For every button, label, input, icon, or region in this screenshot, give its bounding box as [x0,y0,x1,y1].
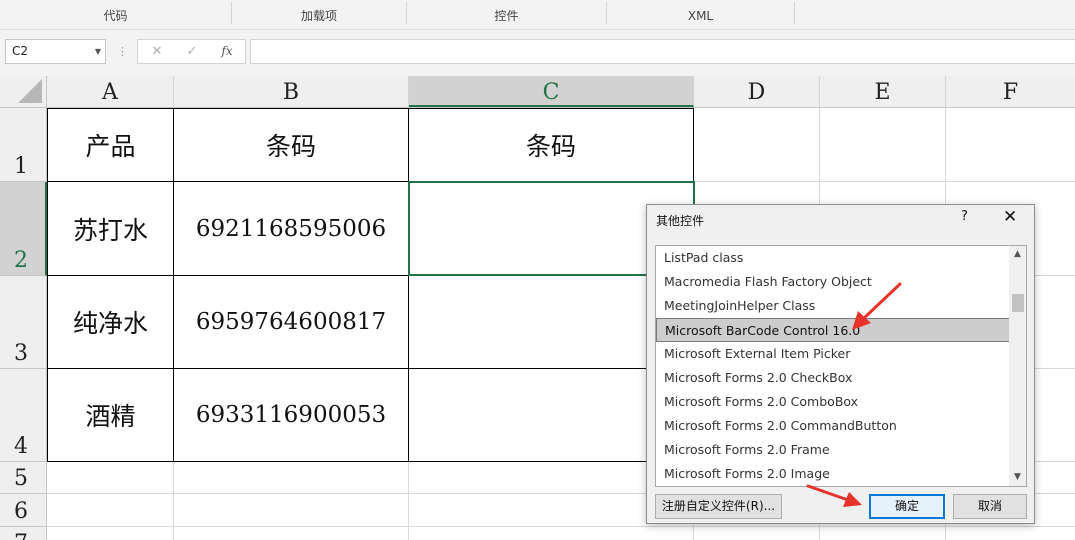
list-item[interactable]: Microsoft Forms 2.0 CheckBox [656,366,1010,390]
formula-bar: C2 ▼ ⋮ ✕ ✓ fx [0,30,1075,76]
list-scrollbar[interactable]: ▲ ▼ [1009,246,1026,486]
column-header-c[interactable]: C [409,76,694,107]
list-item[interactable]: ListPad class [656,246,1010,270]
cell-b3[interactable]: 6959764600817 [174,276,408,368]
cell-c1[interactable]: 条码 [409,109,693,181]
register-custom-control-button[interactable]: 注册自定义控件(R)... [655,494,782,519]
ribbon-group-controls: 控件 [494,9,519,23]
row-number: 3 [14,341,28,366]
ok-button[interactable]: 确定 [869,494,945,519]
row-header-2[interactable]: 2 [0,182,47,276]
ribbon-group-addins: 加载项 [300,9,337,23]
controls-list[interactable]: ListPad class Macromedia Flash Factory O… [655,245,1027,487]
dialog-title: 其他控件 [656,214,705,228]
list-item[interactable]: Macromedia Flash Factory Object [656,270,1010,294]
column-header-e[interactable]: E [820,76,946,107]
cell-a2[interactable]: 苏打水 [48,182,173,275]
row-header-6[interactable]: 6 [0,494,47,527]
cancel-button[interactable]: 取消 [953,494,1027,519]
grid-line [47,526,1075,527]
column-header-a[interactable]: A [47,76,174,107]
row-number: 5 [14,466,28,491]
ribbon-separator [794,2,795,24]
scroll-thumb[interactable] [1012,294,1024,312]
cell-a3[interactable]: 纯净水 [48,276,173,368]
column-header-d[interactable]: D [694,76,820,107]
select-all-button[interactable] [0,76,47,107]
cell-b1[interactable]: 条码 [174,109,408,181]
name-box-value: C2 [12,44,29,58]
column-header-f[interactable]: F [946,76,1075,107]
ribbon: 代码 加载项 控件 XML [0,0,1075,30]
scroll-down-icon[interactable]: ▼ [1009,469,1026,486]
list-item[interactable]: Microsoft Forms 2.0 Frame [656,438,1010,462]
list-item[interactable]: MeetingJoinHelper Class [656,294,1010,318]
row-number: 6 [14,499,28,524]
list-item[interactable]: Microsoft Forms 2.0 ComboBox [656,390,1010,414]
formula-input[interactable] [250,39,1075,64]
list-item[interactable]: Microsoft Forms 2.0 CommandButton [656,414,1010,438]
cell-a4[interactable]: 酒精 [48,369,173,461]
list-item[interactable]: Microsoft Forms 2.0 Image [656,462,1010,486]
row-number: 7 [14,531,28,540]
row-number: 2 [14,248,28,273]
close-icon[interactable]: ✕ [1003,207,1017,227]
row-header-5[interactable]: 5 [0,462,47,494]
ribbon-group-xml: XML [687,9,714,23]
row-number: 4 [14,434,28,459]
more-controls-dialog: 其他控件 ? ✕ ListPad class Macromedia Flash … [646,204,1035,524]
cell-b2[interactable]: 6921168595006 [174,182,408,275]
name-box[interactable]: C2 ▼ [5,39,106,64]
row-number: 1 [14,154,28,179]
drag-handle-icon[interactable]: ⋮ [117,39,128,64]
insert-function-icon[interactable]: fx [212,40,242,63]
chevron-down-icon[interactable]: ▼ [95,40,101,63]
ribbon-group-code: 代码 [103,9,128,23]
cell-a1[interactable]: 产品 [48,109,173,181]
list-item[interactable]: Microsoft External Item Picker [656,342,1010,366]
cancel-icon[interactable]: ✕ [142,40,172,63]
formula-buttons: ✕ ✓ fx [137,39,246,64]
list-item-selected[interactable]: Microsoft BarCode Control 16.0 [656,318,1010,342]
row-header-3[interactable]: 3 [0,276,47,369]
row-header-1[interactable]: 1 [0,108,47,182]
help-icon[interactable]: ? [961,209,968,224]
select-all-icon [18,79,42,103]
row-header-7[interactable]: 7 [0,527,47,540]
excel-window: 代码 加载项 控件 XML C2 ▼ ⋮ ✕ ✓ fx A B C D E F … [0,0,1075,540]
column-header-row: A B C D E F [0,76,1075,108]
row-header-4[interactable]: 4 [0,369,47,462]
check-icon[interactable]: ✓ [177,40,207,63]
scroll-up-icon[interactable]: ▲ [1009,246,1026,263]
cell-b4[interactable]: 6933116900053 [174,369,408,461]
column-header-b[interactable]: B [174,76,409,107]
